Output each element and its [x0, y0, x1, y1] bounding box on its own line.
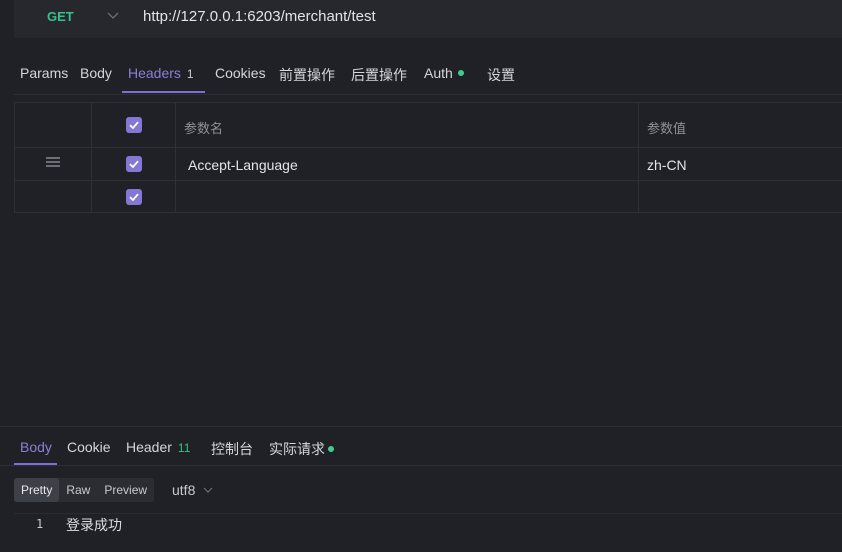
status-dot [328, 446, 334, 452]
column-header-value: 参数值 [647, 121, 687, 136]
url-input[interactable]: http://127.0.0.1:6203/merchant/test [143, 8, 376, 25]
tab-params[interactable]: Params [20, 65, 68, 81]
header-name-input[interactable] [188, 189, 628, 207]
header-value-input[interactable] [647, 189, 827, 207]
response-tab-body[interactable]: Body [20, 439, 52, 455]
response-body-text[interactable]: 登录成功 [66, 515, 122, 535]
active-tab-indicator [122, 91, 205, 93]
tab-settings[interactable]: 设置 [487, 65, 515, 85]
tab-cookies[interactable]: Cookies [215, 65, 266, 81]
row-divider [14, 180, 842, 181]
column-divider [638, 102, 639, 213]
row-checkbox[interactable] [126, 156, 142, 172]
tab-auth-label: Auth [424, 65, 453, 81]
check-icon [129, 160, 139, 169]
select-all-checkbox[interactable] [126, 117, 142, 133]
column-header-name: 参数名 [184, 121, 224, 136]
response-tab-actual-request[interactable]: 实际请求 [269, 439, 334, 459]
tab-post-action[interactable]: 后置操作 [351, 65, 407, 85]
view-mode-preview[interactable]: Preview [97, 478, 154, 502]
drag-handle-icon[interactable] [46, 157, 60, 167]
check-icon [129, 121, 139, 130]
tab-pre-action[interactable]: 前置操作 [279, 65, 335, 85]
chevron-down-icon[interactable] [106, 8, 120, 22]
encoding-select[interactable]: utf8 [172, 482, 195, 498]
header-value-input[interactable]: zh-CN [647, 157, 687, 173]
headers-count-badge: 1 [186, 67, 194, 81]
column-divider [91, 102, 92, 213]
url-bar [14, 0, 842, 38]
row-checkbox[interactable] [126, 189, 142, 205]
response-tab-header-label: Header [126, 439, 172, 455]
view-mode-raw[interactable]: Raw [59, 478, 97, 502]
column-divider [175, 102, 176, 213]
view-mode-switch: Pretty Raw Preview [14, 478, 155, 502]
method-selector[interactable]: GET [47, 9, 74, 24]
tab-body[interactable]: Body [80, 65, 112, 81]
tab-headers[interactable]: Headers 1 [128, 65, 194, 81]
view-mode-pretty[interactable]: Pretty [14, 478, 60, 502]
tab-auth[interactable]: Auth [424, 65, 464, 81]
response-tab-console[interactable]: 控制台 [211, 439, 253, 459]
line-number: 1 [36, 517, 44, 531]
status-dot [457, 70, 464, 76]
response-tab-cookie[interactable]: Cookie [67, 439, 111, 455]
tab-headers-label: Headers [128, 65, 181, 81]
response-tab-header[interactable]: Header 11 [126, 439, 190, 455]
check-icon [129, 193, 139, 202]
row-divider [14, 147, 842, 148]
header-count-badge: 11 [177, 441, 191, 455]
editor-divider [14, 513, 842, 514]
tab-divider [0, 465, 842, 466]
panel-divider[interactable] [0, 426, 842, 427]
header-name-input[interactable]: Accept-Language [188, 157, 298, 173]
chevron-down-icon[interactable] [202, 484, 214, 496]
response-tab-actual-request-label: 实际请求 [269, 441, 325, 457]
